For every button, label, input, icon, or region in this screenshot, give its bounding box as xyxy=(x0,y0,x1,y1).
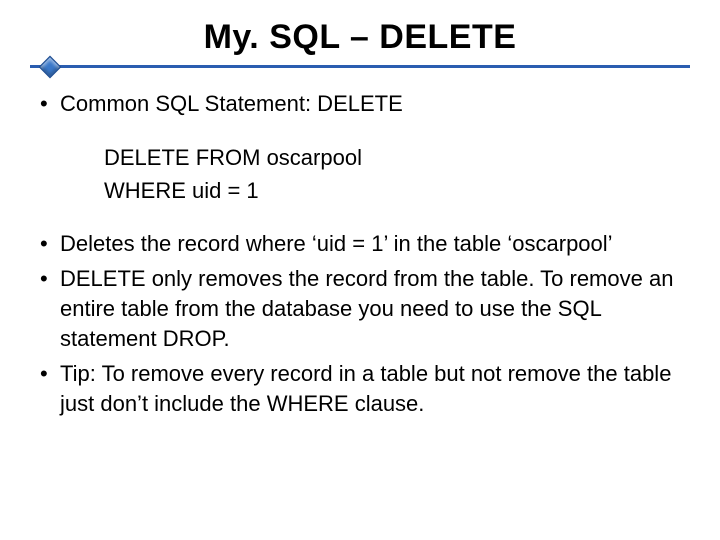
code-block: DELETE FROM oscarpool WHERE uid = 1 xyxy=(104,141,690,207)
list-item: Deletes the record where ‘uid = 1’ in th… xyxy=(36,229,690,259)
slide: My. SQL – DELETE Common SQL Statement: D… xyxy=(0,0,720,540)
slide-title: My. SQL – DELETE xyxy=(30,18,690,57)
code-line: DELETE FROM oscarpool xyxy=(104,141,690,174)
bullet-list: Common SQL Statement: DELETE xyxy=(30,89,690,119)
diamond-icon xyxy=(39,56,62,79)
list-item: Common SQL Statement: DELETE xyxy=(36,89,690,119)
title-rule xyxy=(30,59,690,73)
list-item: DELETE only removes the record from the … xyxy=(36,264,690,353)
code-line: WHERE uid = 1 xyxy=(104,174,690,207)
rule-line xyxy=(30,65,690,68)
bullet-text: Deletes the record where ‘uid = 1’ in th… xyxy=(60,231,613,256)
list-item: Tip: To remove every record in a table b… xyxy=(36,359,690,418)
bullet-text: DELETE only removes the record from the … xyxy=(60,266,673,350)
bullet-text: Common SQL Statement: DELETE xyxy=(60,91,403,116)
bullet-list: Deletes the record where ‘uid = 1’ in th… xyxy=(30,229,690,419)
bullet-text: Tip: To remove every record in a table b… xyxy=(60,361,671,416)
